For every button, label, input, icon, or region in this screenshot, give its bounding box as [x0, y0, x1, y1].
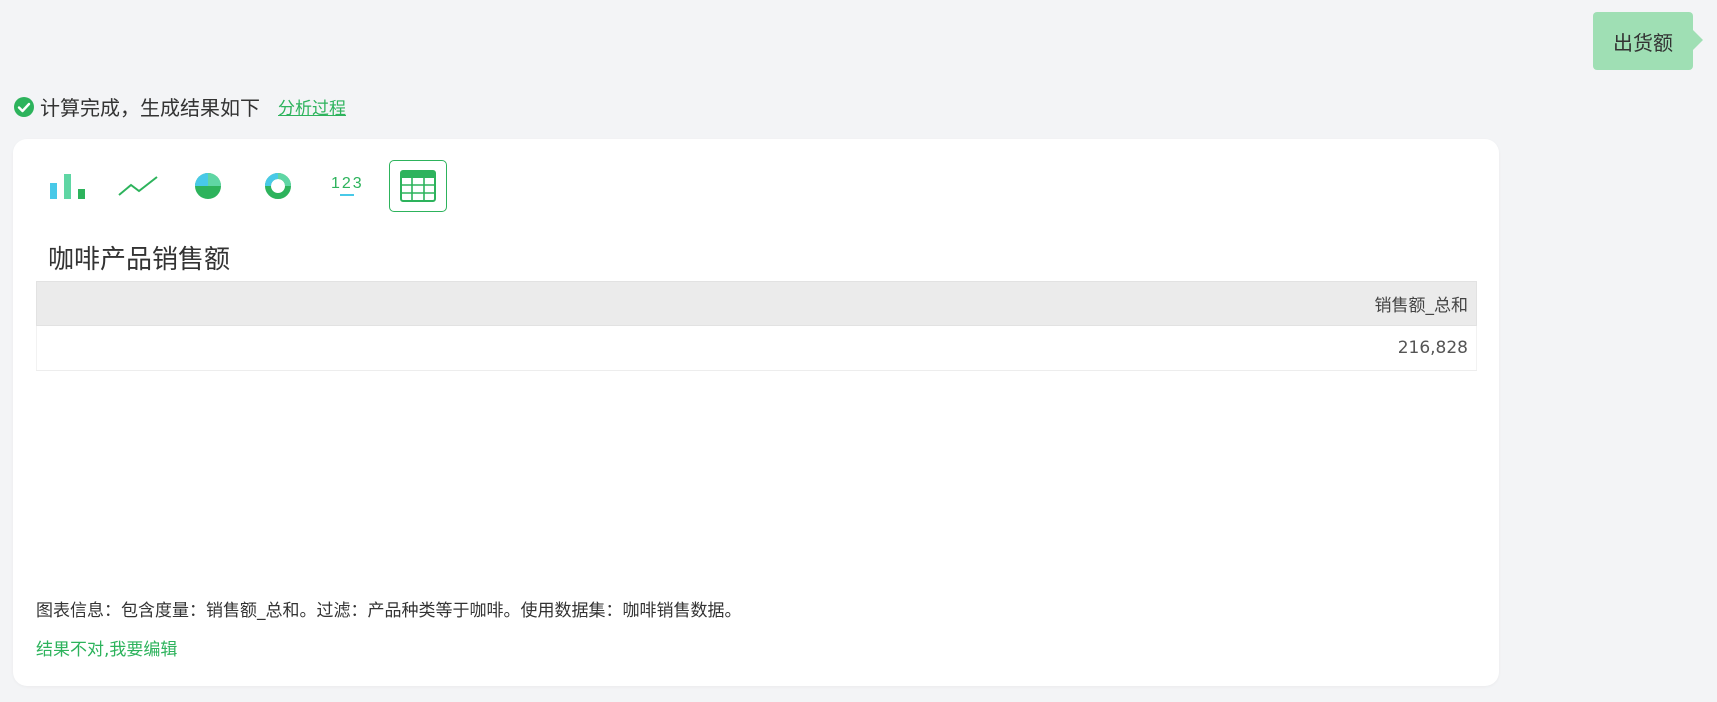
donut-chart-icon — [265, 173, 291, 199]
analysis-process-link[interactable]: 分析过程 — [278, 94, 346, 119]
bar-chart-button[interactable] — [39, 160, 97, 212]
user-message-text: 出货额 — [1613, 30, 1673, 55]
result-card: 123 咖啡产品销售额 销售额_总和 216,828 图表信息：包含度量：销售额… — [13, 139, 1499, 686]
pie-chart-icon — [195, 173, 221, 199]
user-message-bubble: 出货额 — [1593, 12, 1703, 70]
result-table: 销售额_总和 216,828 — [36, 281, 1477, 371]
bar-chart-icon — [50, 174, 85, 199]
table-cell-sales-total: 216,828 — [36, 325, 1477, 371]
table-icon — [400, 170, 436, 202]
status-text: 计算完成，生成结果如下 — [40, 96, 260, 120]
chart-title: 咖啡产品销售额 — [48, 245, 231, 275]
chart-info-text: 图表信息：包含度量：销售额_总和。过滤：产品种类等于咖啡。使用数据集：咖啡销售数… — [36, 601, 742, 621]
status-line: 计算完成，生成结果如下 分析过程 — [13, 92, 346, 121]
table-header-row: 销售额_总和 — [36, 281, 1477, 326]
number-123-icon: 123 — [331, 175, 364, 196]
svg-text:123: 123 — [331, 175, 364, 192]
pie-chart-button[interactable] — [179, 160, 237, 212]
column-header-sales-total[interactable]: 销售额_总和 — [36, 281, 1477, 326]
line-chart-icon — [118, 176, 158, 196]
chart-type-toolbar: 123 — [39, 160, 459, 212]
number-card-button[interactable]: 123 — [319, 160, 377, 212]
table-row: 216,828 — [36, 325, 1477, 371]
table-button[interactable] — [389, 160, 447, 212]
edit-result-link[interactable]: 结果不对,我要编辑 — [36, 635, 177, 660]
donut-chart-button[interactable] — [249, 160, 307, 212]
check-circle-icon — [14, 96, 34, 117]
line-chart-button[interactable] — [109, 160, 167, 212]
